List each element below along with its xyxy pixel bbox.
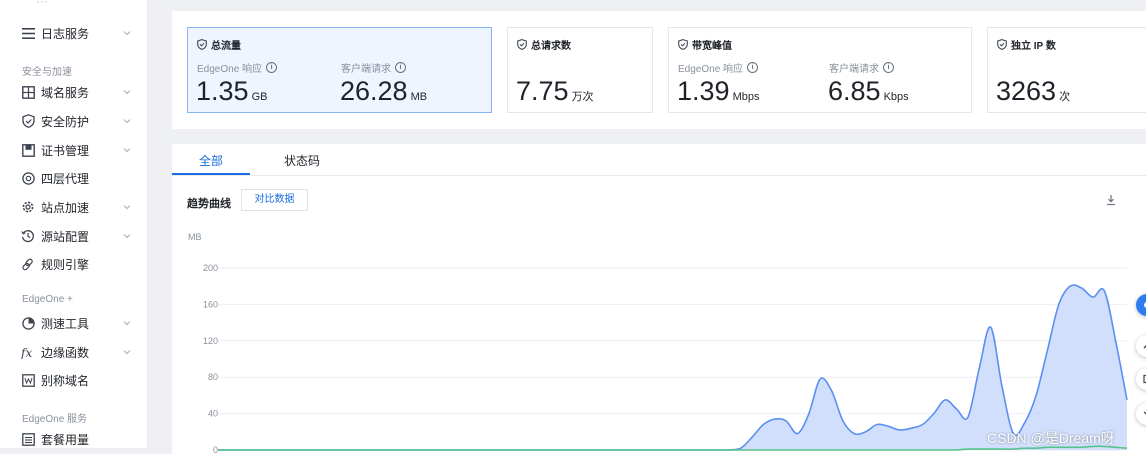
- sidebar-group-security: 安全与加速: [22, 67, 72, 78]
- y-tick-label: 80: [208, 372, 218, 382]
- gear-icon: [21, 200, 35, 214]
- shield-icon: [21, 114, 35, 128]
- list-icon: [21, 26, 35, 40]
- sidebar-item-origin-config[interactable]: 源站配置: [0, 222, 147, 250]
- stats-panel: 总流量 EdgeOne 响应 i 1.35 GB 客户端请求 i 26.28 MB 总请…: [172, 11, 1146, 129]
- shield-icon: [997, 39, 1007, 50]
- card-title-text: 独立 IP 数: [1011, 41, 1056, 52]
- metric-label: 客户端请求 i: [341, 60, 406, 75]
- feedback-icon: [1143, 411, 1146, 415]
- stat-card-unique-ip[interactable]: 独立 IP 数 3263 次: [987, 27, 1146, 113]
- info-icon[interactable]: i: [266, 62, 278, 73]
- metric-value: 1.39 Mbps: [677, 76, 760, 106]
- history-clock-icon: [21, 229, 35, 243]
- sidebar-item-package-usage[interactable]: 套餐用量: [0, 425, 147, 453]
- package-icon: [21, 432, 35, 446]
- link-icon: [1143, 345, 1146, 349]
- chevron-down-icon: [123, 90, 131, 95]
- proxy-icon: [21, 171, 35, 185]
- sidebar-item-security-protection[interactable]: 安全防护: [0, 107, 147, 135]
- sidebar-item-site-acceleration[interactable]: 站点加速: [0, 193, 147, 221]
- series-area-0: [218, 285, 1127, 450]
- shield-icon: [197, 39, 207, 50]
- chevron-down-icon: [123, 148, 131, 153]
- sidebar-item-log-service[interactable]: 日志服务: [0, 19, 147, 47]
- metric-label: EdgeOne 响应 i: [678, 60, 759, 75]
- alias-icon: [21, 373, 35, 387]
- card-title-text: 总请求数: [531, 41, 571, 52]
- shield-icon: [517, 39, 527, 50]
- shield-icon: [678, 39, 688, 50]
- chevron-down-icon: [123, 321, 131, 326]
- sidebar-item-label: 证书管理: [41, 143, 90, 158]
- sidebar-item-label: 日志服务: [41, 26, 90, 41]
- y-tick-label: 120: [203, 336, 218, 346]
- stat-card-bandwidth-peak[interactable]: 带宽峰值 EdgeOne 响应 i 1.39 Mbps 客户端请求 i 6.85 Kbp…: [668, 27, 972, 113]
- card-title: 带宽峰值: [678, 37, 732, 52]
- sidebar-item-label: 别称域名: [41, 373, 90, 388]
- chevron-down-icon: [123, 205, 131, 210]
- certificate-icon: [21, 143, 35, 157]
- function-icon: fx: [21, 345, 35, 359]
- card-title-text: 带宽峰值: [692, 41, 732, 52]
- y-tick-label: 160: [203, 299, 218, 309]
- stat-card-total-traffic[interactable]: 总流量 EdgeOne 响应 i 1.35 GB 客户端请求 i 26.28 MB: [187, 27, 492, 113]
- chevron-down-icon: [123, 350, 131, 355]
- sidebar-item-label: 域名服务: [41, 85, 90, 100]
- pie-chart-icon: [21, 316, 35, 330]
- info-icon[interactable]: i: [883, 62, 894, 73]
- sidebar-item-alias-domain[interactable]: 别称域名: [0, 366, 147, 394]
- sidebar-item-label: 源站配置: [41, 229, 90, 244]
- chart-panel: 全部 状态码 趋势曲线 对比数据 MB 0 40 80 120 160 200: [172, 144, 1146, 454]
- stat-card-total-requests[interactable]: 总请求数 7.75 万次: [507, 27, 653, 113]
- sidebar-item-label: 站点加速: [41, 200, 90, 215]
- metric-value: 6.85 Kbps: [828, 76, 909, 106]
- sidebar: ··· 日志服务 安全与加速 域名服务 安全防护 证书管理 四层代理 站点加速 …: [0, 0, 148, 448]
- sidebar-item-label: 四层代理: [41, 171, 90, 186]
- chat-icon: [1144, 302, 1146, 308]
- traffic-trend-chart: 0 40 80 120 160 200: [203, 263, 1128, 454]
- sidebar-item-l4-proxy[interactable]: 四层代理: [0, 164, 147, 192]
- metric-value: 1.35 GB: [196, 76, 268, 106]
- metric-value: 26.28 MB: [340, 76, 428, 106]
- sidebar-item-label: 边缘函数: [41, 345, 90, 360]
- sidebar-item-speed-test[interactable]: 测速工具: [0, 309, 147, 337]
- y-tick-label: 0: [213, 445, 218, 454]
- sidebar-item-domain-service[interactable]: 域名服务: [0, 78, 147, 106]
- metric-value: 7.75 万次: [516, 76, 594, 106]
- card-title: 独立 IP 数: [997, 37, 1056, 52]
- card-title-text: 总流量: [211, 41, 241, 52]
- link-icon: [21, 257, 35, 271]
- domain-grid-icon: [21, 85, 35, 99]
- sidebar-item-label: 安全防护: [41, 114, 90, 129]
- watermark: CSDN @是Dream呀: [987, 430, 1115, 446]
- document-icon: [1143, 374, 1146, 384]
- sidebar-item-edge-functions[interactable]: fx 边缘函数: [0, 338, 147, 366]
- sidebar-item-label: 套餐用量: [41, 432, 90, 447]
- y-tick-label: 40: [208, 409, 218, 419]
- info-icon[interactable]: i: [395, 62, 406, 73]
- chevron-down-icon: [123, 234, 131, 239]
- sidebar-item-rule-engine[interactable]: 规则引擎: [0, 250, 147, 278]
- sidebar-item-label: 测速工具: [41, 316, 90, 331]
- sidebar-item-label: 规则引擎: [41, 257, 90, 272]
- chevron-down-icon: [123, 31, 131, 36]
- y-tick-label: 200: [203, 263, 218, 273]
- metric-value: 3263 次: [996, 76, 1071, 106]
- sidebar-item-partial: ···: [36, 0, 48, 8]
- sidebar-item-certificate[interactable]: 证书管理: [0, 136, 147, 164]
- metric-label: 客户端请求 i: [829, 60, 894, 75]
- card-title: 总请求数: [517, 37, 571, 52]
- metric-label: EdgeOne 响应 i: [197, 60, 278, 75]
- info-icon[interactable]: i: [747, 62, 759, 73]
- sidebar-group-edgeone-service: EdgeOne 服务: [22, 414, 88, 425]
- sidebar-group-edgeone-plus: EdgeOne +: [22, 294, 73, 305]
- svg-text:fx: fx: [21, 346, 32, 359]
- card-title: 总流量: [197, 37, 241, 52]
- chevron-down-icon: [123, 119, 131, 124]
